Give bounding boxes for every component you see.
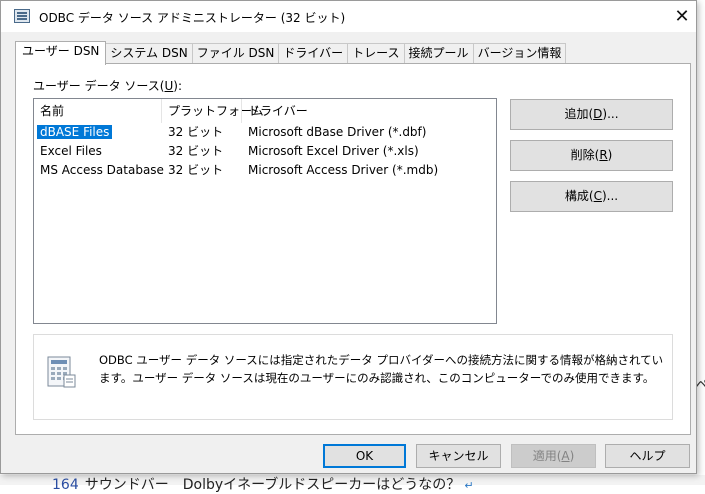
line-number: 164 <box>52 477 79 493</box>
label-text: ユーザー データ ソース( <box>33 79 165 93</box>
button-accesskey: R <box>599 148 608 162</box>
button-label-suffix: )... <box>601 189 619 203</box>
title-bar[interactable]: ODBC データ ソース アドミニストレーター (32 ビット) ✕ <box>1 1 696 32</box>
background-margin-mark <box>696 342 704 354</box>
info-description: ODBC ユーザー データ ソースには指定されたデータ プロバイダーへの接続方法… <box>99 353 664 385</box>
row-platform: 32 ビット <box>168 163 224 177</box>
tab-strip: ユーザー DSN システム DSN ファイル DSN ドライバー トレース 接続… <box>15 41 567 65</box>
configure-button[interactable]: 構成(C)... <box>510 181 673 212</box>
row-platform: 32 ビット <box>168 125 224 139</box>
tab-drivers[interactable]: ドライバー <box>278 43 349 64</box>
row-driver: Microsoft dBase Driver (*.dbf) <box>248 125 427 139</box>
delete-button[interactable]: 削除(R) <box>510 140 673 171</box>
row-name: MS Access Database <box>40 163 164 177</box>
help-button[interactable]: ヘルプ <box>605 444 690 468</box>
label-suffix: ): <box>173 79 183 93</box>
column-header-name[interactable]: 名前 <box>34 99 64 123</box>
tab-user-dsn[interactable]: ユーザー DSN <box>15 41 107 65</box>
tab-file-dsn[interactable]: ファイル DSN <box>191 43 280 64</box>
button-accesskey: C <box>593 189 602 203</box>
label-accesskey: U <box>164 79 174 93</box>
cancel-button[interactable]: キャンセル <box>416 444 501 468</box>
odbc-app-icon <box>14 9 30 23</box>
row-driver: Microsoft Access Driver (*.mdb) <box>248 163 439 177</box>
list-row[interactable]: MS Access Database 32 ビット Microsoft Acce… <box>34 161 496 180</box>
user-data-sources-label: ユーザー データ ソース(U): <box>33 77 182 94</box>
tab-connection-pooling[interactable]: 接続プール <box>403 43 474 64</box>
button-label: 追加( <box>564 107 594 121</box>
row-driver: Microsoft Excel Driver (*.xls) <box>248 144 419 158</box>
button-label-suffix: )... <box>602 107 619 121</box>
list-row[interactable]: dBASE Files 32 ビット Microsoft dBase Drive… <box>34 123 496 142</box>
return-mark-icon: ↵ <box>464 479 474 492</box>
close-button[interactable]: ✕ <box>667 3 697 31</box>
apply-button[interactable]: 適用(A) <box>511 444 596 468</box>
list-header: 名前 プラットフォーム ドライバー <box>34 99 496 123</box>
tab-tracing[interactable]: トレース <box>347 43 405 64</box>
tab-system-dsn[interactable]: システム DSN <box>105 43 193 64</box>
info-box: ODBC ユーザー データ ソースには指定されたデータ プロバイダーへの接続方法… <box>33 334 673 420</box>
tab-panel-user-dsn: ユーザー データ ソース(U): 名前 プラットフォーム ドライバー dBASE… <box>15 63 691 435</box>
ok-button[interactable]: OK <box>323 444 406 468</box>
row-name: Excel Files <box>40 144 102 158</box>
button-accesskey: A <box>561 449 570 463</box>
window-title: ODBC データ ソース アドミニストレーター (32 ビット) <box>39 11 346 25</box>
line-text: サウンドバー Dolbyイネーブルドスピーカーはどうなの？ <box>84 477 461 493</box>
row-platform: 32 ビット <box>168 144 224 158</box>
button-label: 適用( <box>532 449 562 463</box>
list-row[interactable]: Excel Files 32 ビット Microsoft Excel Drive… <box>34 142 496 161</box>
column-header-driver[interactable]: ドライバー <box>242 99 308 123</box>
button-label-suffix: ) <box>569 449 575 463</box>
odbc-dialog: ODBC データ ソース アドミニストレーター (32 ビット) ✕ ユーザー … <box>0 0 697 474</box>
data-source-list[interactable]: 名前 プラットフォーム ドライバー dBASE Files 32 ビット Mic… <box>33 98 497 324</box>
background-text-line: 164 サウンドバー Dolbyイネーブルドスピーカーはどうなの？ ↵ <box>52 474 474 494</box>
button-label: 削除( <box>570 148 600 162</box>
button-label-suffix: ) <box>607 148 613 162</box>
tab-about[interactable]: バージョン情報 <box>472 43 567 64</box>
data-source-icon <box>47 356 76 388</box>
button-label: 構成( <box>564 189 594 203</box>
row-name: dBASE Files <box>37 125 113 139</box>
add-button[interactable]: 追加(D)... <box>510 99 673 130</box>
